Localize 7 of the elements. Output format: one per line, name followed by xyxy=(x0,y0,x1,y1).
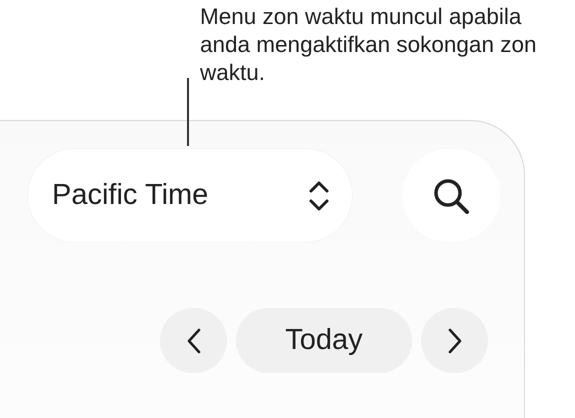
chevron-up-down-icon xyxy=(308,178,330,212)
chevron-left-icon xyxy=(186,328,200,354)
time-zone-menu[interactable]: Pacific Time xyxy=(28,149,352,242)
leader-line xyxy=(187,78,188,146)
callout-text: Menu zon waktu muncul apabila anda mengaktifkan sokongan zon waktu. xyxy=(200,3,538,87)
today-button[interactable]: Today xyxy=(236,308,412,373)
chevron-right-icon xyxy=(448,328,462,354)
